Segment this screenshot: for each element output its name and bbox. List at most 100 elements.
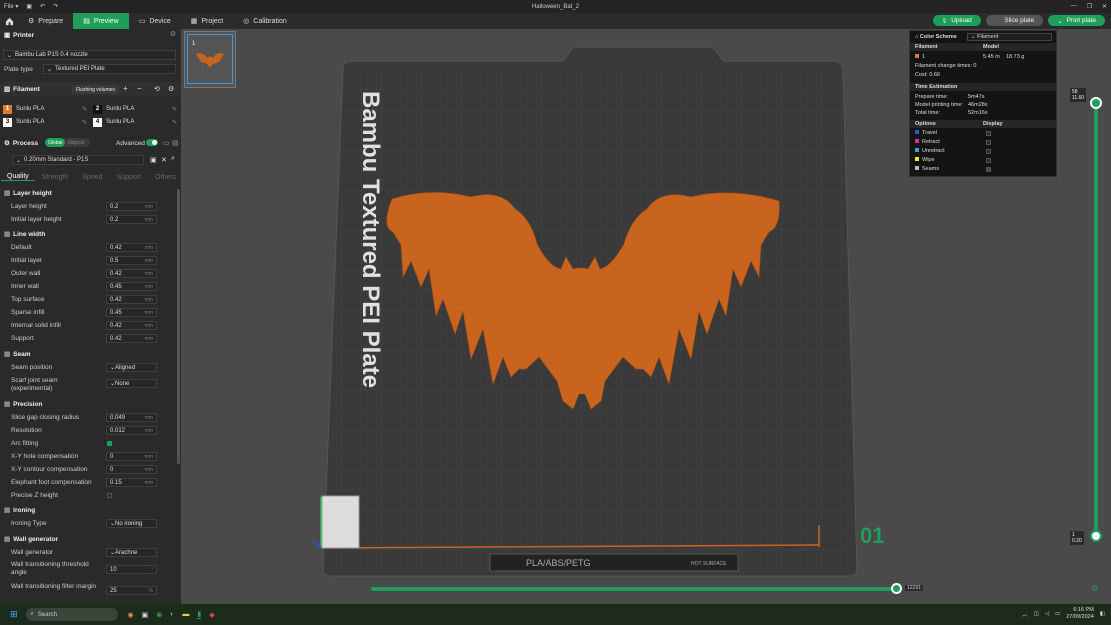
save-icon[interactable]: ▣ xyxy=(26,3,32,10)
filament-settings-icon[interactable]: ⚙ xyxy=(168,85,174,93)
notification-icon[interactable]: ◧ xyxy=(1100,611,1105,617)
tab-project[interactable]: ▦ Project xyxy=(181,13,233,29)
tray-chevron-icon[interactable]: ︿ xyxy=(1022,610,1028,618)
close-icon[interactable]: ✕ xyxy=(1102,3,1107,10)
flushing-volumes-button[interactable]: Flushing volumes xyxy=(72,85,119,94)
undo-icon[interactable]: ↶ xyxy=(40,3,45,10)
upload-button[interactable]: ⇪ Upload xyxy=(932,15,981,26)
subtab-strength[interactable]: Strength xyxy=(35,174,75,181)
home-button[interactable] xyxy=(0,13,18,29)
filament-slot[interactable]: 2 Sunlu PLA ✎ xyxy=(93,104,177,114)
printer-select[interactable]: ⌄ Bambu Lab P1S 0.4 nozzle xyxy=(3,50,176,60)
remove-filament-icon[interactable]: − xyxy=(137,84,142,93)
print-plate-button[interactable]: ⌄ Print plate xyxy=(1048,15,1105,26)
settings-gear-icon[interactable]: ⚙ xyxy=(1091,584,1098,593)
setting-input[interactable]: 0 mm xyxy=(106,452,157,461)
plate-type-select[interactable]: ⌄ Textured PEI Plate xyxy=(43,64,176,74)
setting-input[interactable]: 0.42 mm xyxy=(106,334,157,343)
layer-slider-track[interactable] xyxy=(1094,99,1098,536)
printer-settings-icon[interactable]: ⚙ xyxy=(170,30,176,38)
setting-input[interactable]: 0.42 mm xyxy=(106,295,157,304)
save-preset-icon[interactable]: ▣ xyxy=(150,156,157,164)
subtab-quality[interactable]: Quality xyxy=(1,173,35,181)
arc-fitting-checkbox[interactable] xyxy=(107,441,112,446)
slice-plate-button[interactable]: ⌄ Slice plate xyxy=(985,15,1044,26)
setting-input[interactable]: 0.45 mm xyxy=(106,308,157,317)
filament-slot[interactable]: 4 Sunlu PLA ✎ xyxy=(93,117,177,127)
windows-start-icon[interactable]: ⊞ xyxy=(10,609,18,620)
option-display-checkbox[interactable] xyxy=(986,167,991,172)
clock[interactable]: 6:16 PM 27/09/2024 xyxy=(1066,607,1094,621)
xbox-icon[interactable]: ⊗ xyxy=(156,611,162,619)
scarf-seam-select[interactable]: ⌄ None xyxy=(106,379,157,388)
advanced-switch[interactable] xyxy=(146,139,158,146)
store-icon[interactable]: ▣ xyxy=(142,611,149,619)
objects-toggle[interactable]: Objects xyxy=(65,140,86,146)
edge-icon[interactable]: ◐ xyxy=(170,611,174,618)
redo-icon[interactable]: ↷ xyxy=(53,3,58,10)
plate-thumbnail[interactable]: 1 xyxy=(184,31,236,88)
wall-generator-select[interactable]: ⌄ Arachne xyxy=(106,548,157,557)
option-display-checkbox[interactable] xyxy=(986,158,991,163)
filament-edit-icon[interactable]: ✎ xyxy=(82,106,87,113)
move-slider-handle[interactable] xyxy=(891,583,902,594)
search-settings-icon[interactable]: ⌕ xyxy=(171,155,175,163)
setting-input[interactable]: 0.42 mm xyxy=(106,321,157,330)
filament-slot[interactable]: 1 Sunlu PLA ✎ xyxy=(3,104,87,114)
setting-input[interactable]: 0.049 mm xyxy=(106,413,157,422)
setting-input[interactable]: 0.2 mm xyxy=(106,202,157,211)
filament-edit-icon[interactable]: ✎ xyxy=(82,119,87,126)
sidebar-scrollbar[interactable] xyxy=(177,189,180,464)
tab-calibration[interactable]: ◎ Calibration xyxy=(233,13,297,29)
compare-icon[interactable]: ▭ xyxy=(163,139,170,147)
add-filament-icon[interactable]: + xyxy=(123,84,128,93)
tab-device[interactable]: ▭ Device xyxy=(129,13,181,29)
filament-edit-icon[interactable]: ✎ xyxy=(172,106,177,113)
color-scheme-select[interactable]: ⌄ Filament xyxy=(967,33,1052,41)
explorer-icon[interactable]: ▬ xyxy=(182,611,189,618)
delete-preset-icon[interactable]: ✕ xyxy=(161,156,167,164)
layer-slider-top-handle[interactable] xyxy=(1090,97,1102,109)
battery-icon[interactable]: ▭ xyxy=(1055,611,1060,617)
maximize-icon[interactable]: ❐ xyxy=(1087,3,1092,10)
setting-input[interactable]: 0.42 mm xyxy=(106,243,157,252)
setting-input[interactable]: 0.45 mm xyxy=(106,282,157,291)
setting-input[interactable]: 0.2 mm xyxy=(106,215,157,224)
taskbar-search[interactable]: ⌕ Search xyxy=(25,608,118,621)
seam-position-select[interactable]: ⌄ Aligned xyxy=(106,363,157,372)
move-slider-track[interactable] xyxy=(371,587,899,591)
setting-input[interactable]: 0.5 mm xyxy=(106,256,157,265)
setting-input[interactable]: 0.42 mm xyxy=(106,269,157,278)
bambu-studio-icon[interactable]: ▮ xyxy=(197,610,202,619)
app-icon[interactable]: ◆ xyxy=(209,611,214,619)
option-display-checkbox[interactable] xyxy=(986,131,991,136)
global-toggle[interactable]: Global xyxy=(45,138,66,147)
setting-input[interactable]: 0.012 mm xyxy=(106,426,157,435)
sync-filament-icon[interactable]: ⟲ xyxy=(154,85,160,93)
filament-slot[interactable]: 3 Sunlu PLA ✎ xyxy=(3,117,87,127)
subtab-speed[interactable]: Speed xyxy=(75,174,109,181)
subtab-support[interactable]: Support xyxy=(110,174,149,181)
setting-input[interactable]: 25% xyxy=(106,586,157,595)
setting-input[interactable]: 0.15 mm xyxy=(106,478,157,487)
option-display-checkbox[interactable] xyxy=(986,149,991,154)
setting-input[interactable]: 0 mm xyxy=(106,465,157,474)
layer-slider-bottom-handle[interactable] xyxy=(1090,530,1102,542)
global-objects-toggle[interactable]: Global Objects xyxy=(45,138,90,147)
ironing-type-select[interactable]: ⌄ No ironing xyxy=(106,519,157,528)
volume-icon[interactable]: ◁ xyxy=(1045,611,1049,617)
tab-prepare[interactable]: ⚙ Prepare xyxy=(18,13,73,29)
network-icon[interactable]: ◫ xyxy=(1034,611,1039,617)
copilot-icon[interactable]: ◉ xyxy=(128,611,134,619)
minimize-icon[interactable]: — xyxy=(1071,3,1077,10)
process-list-icon[interactable]: ▤ xyxy=(172,139,179,147)
tab-preview[interactable]: ▤ Preview xyxy=(73,13,129,29)
option-display-checkbox[interactable] xyxy=(986,140,991,145)
subtab-others[interactable]: Others xyxy=(148,174,183,181)
print-plate-label: Print plate xyxy=(1066,17,1096,24)
process-preset-select[interactable]: ⌄ 0.20mm Standard - P1S xyxy=(12,155,144,165)
filament-edit-icon[interactable]: ✎ xyxy=(172,119,177,126)
setting-input[interactable]: 10 ° xyxy=(106,565,157,574)
precise-z-height-checkbox[interactable] xyxy=(107,493,112,498)
file-menu[interactable]: File ▾ xyxy=(4,3,18,10)
